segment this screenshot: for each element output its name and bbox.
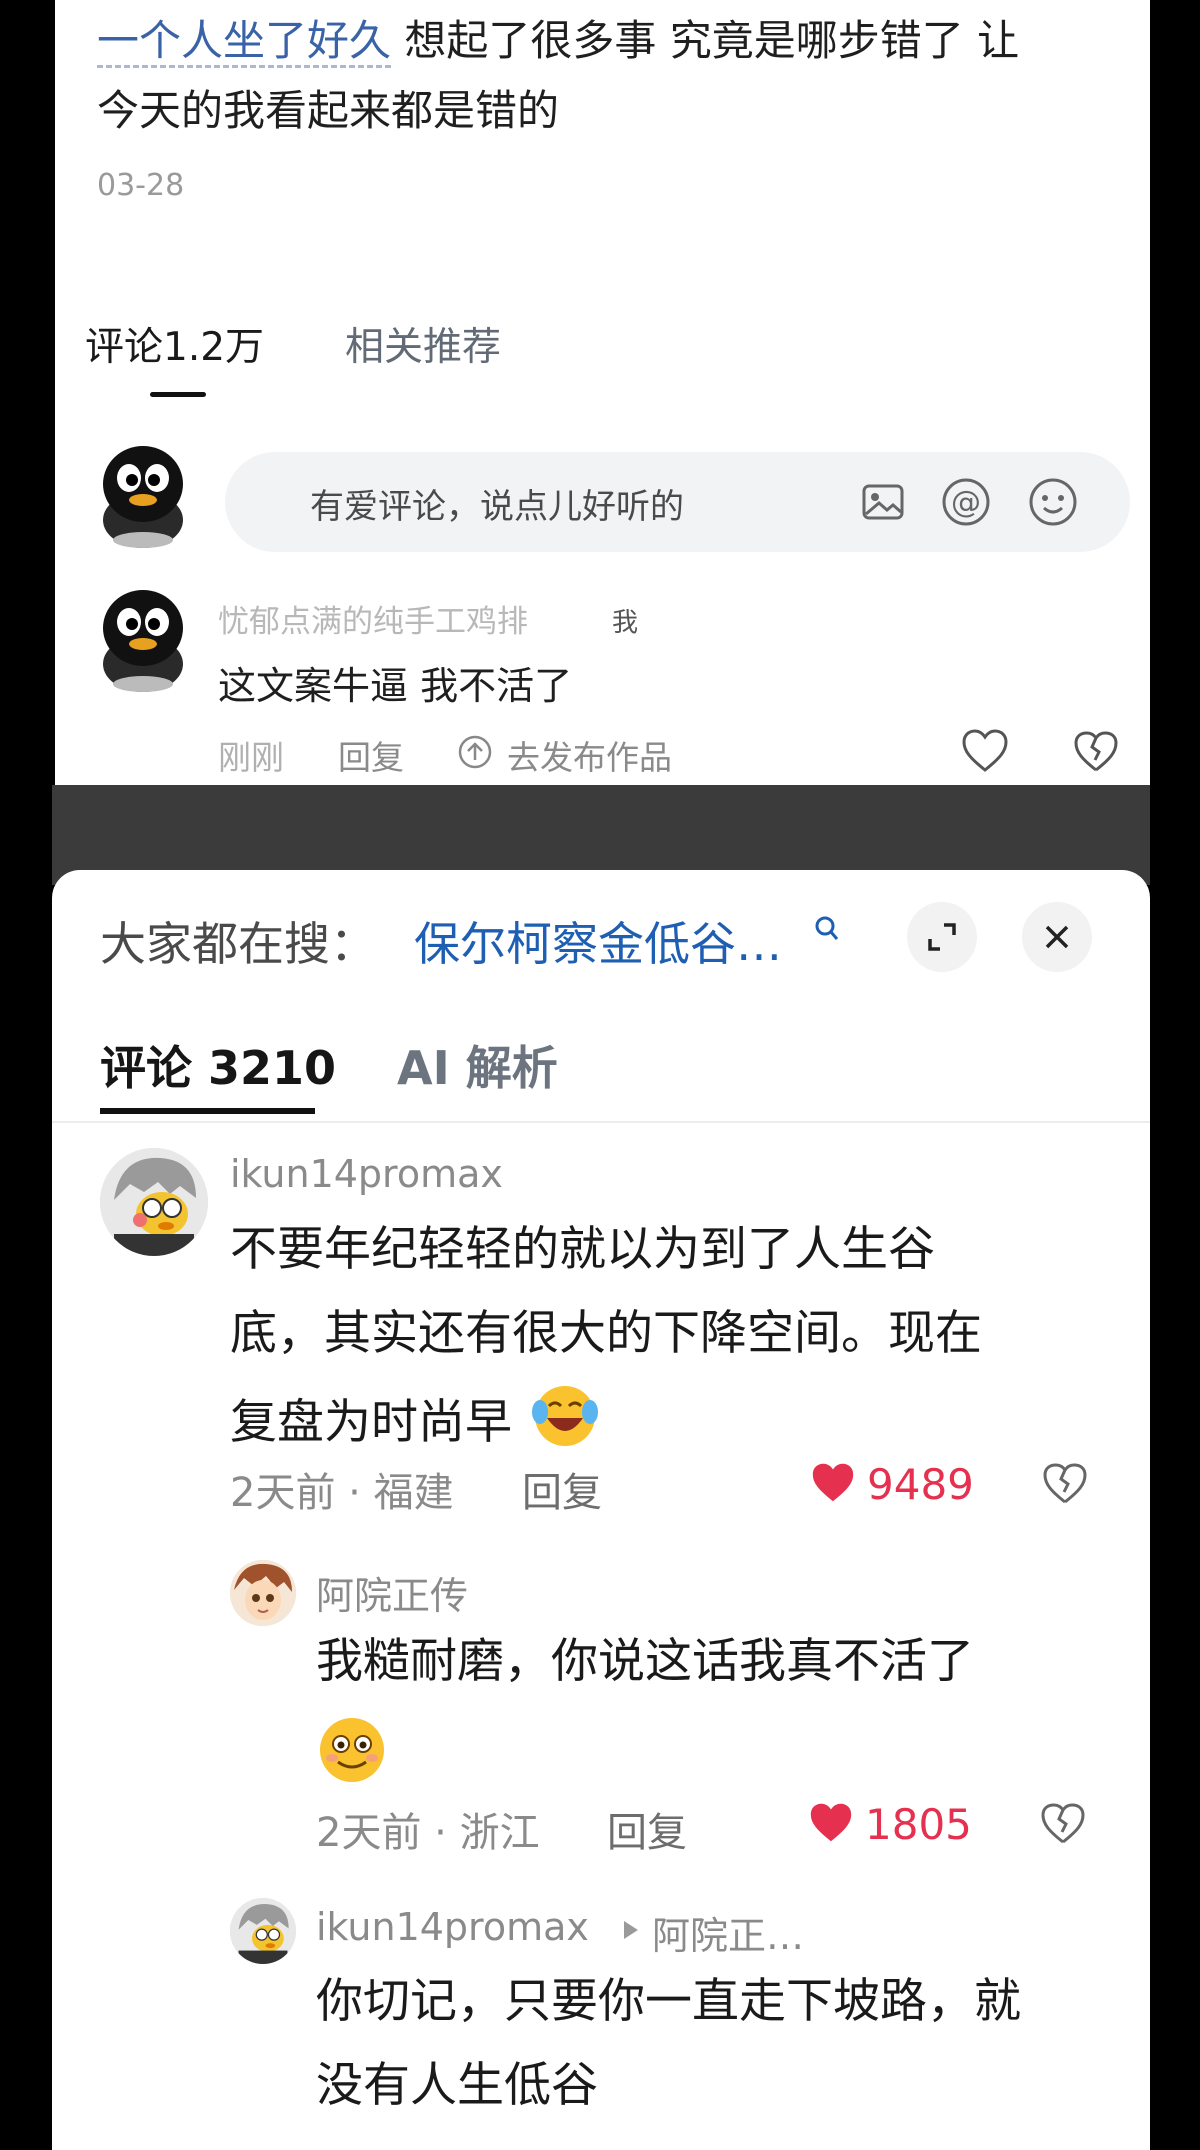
commenter-avatar[interactable] — [95, 586, 191, 696]
comment-meta: 2天前 · 福建 — [230, 1470, 454, 1516]
reply-to-username[interactable]: 阿院正… — [652, 1905, 804, 1960]
comment-text-line2: 底，其实还有很大的下降空间。现在 — [230, 1306, 982, 1361]
search-label: 大家都在搜： — [100, 917, 376, 971]
post-link[interactable]: 一个人坐了好久 — [97, 16, 392, 68]
close-icon — [1045, 925, 1069, 949]
heart-filled-icon[interactable] — [809, 1460, 857, 1506]
reply-username[interactable]: ikun14promax — [316, 1905, 589, 1949]
emoji-icon[interactable] — [1025, 474, 1081, 530]
broken-heart-icon[interactable] — [1042, 1462, 1088, 1506]
search-suggestion[interactable]: 保尔柯察金低谷… — [414, 908, 782, 974]
tab-active-underline — [150, 392, 206, 397]
upload-arrow-icon — [458, 735, 492, 769]
comment-text: 这文案牛逼 我不活了 — [218, 664, 573, 708]
svg-text:@: @ — [951, 485, 981, 520]
search-icon[interactable] — [814, 915, 840, 945]
cartoon-avatar-icon — [100, 1148, 208, 1256]
reply-text-line2: 没有人生低谷 — [316, 2058, 598, 2113]
anime-face-avatar-icon — [230, 1560, 296, 1626]
tab-ai-analysis[interactable]: AI 解析 — [397, 1032, 558, 1098]
reply-text-line1: 你切记，只要你一直走下坡路，就 — [316, 1974, 1021, 2029]
comment-time: 刚刚 — [218, 738, 284, 777]
comment-input-placeholder: 有爱评论，说点儿好听的 — [310, 487, 684, 527]
commenter-avatar[interactable] — [100, 1148, 208, 1256]
cartoon-avatar-icon — [230, 1898, 296, 1964]
laughing-tears-emoji-icon — [531, 1386, 598, 1446]
tab-divider — [52, 1121, 1150, 1123]
comments-sheet: 大家都在搜： 保尔柯察金低谷… 评论 3210 AI 解析 ikun14prom… — [52, 870, 1150, 2150]
reply-button[interactable]: 回复 — [338, 731, 404, 779]
reply-button[interactable]: 回复 — [607, 1800, 687, 1858]
expand-button[interactable] — [907, 902, 977, 972]
reply-meta: 2天前 · 浙江 — [316, 1810, 540, 1856]
publish-button[interactable] — [457, 730, 497, 770]
expand-icon — [928, 923, 956, 951]
tab-related[interactable]: 相关推荐 — [345, 316, 501, 372]
at-mention-icon[interactable]: @ — [938, 474, 994, 530]
close-button[interactable] — [1022, 902, 1092, 972]
reply-avatar[interactable] — [230, 1560, 296, 1626]
publish-label[interactable]: 去发布作品 — [507, 731, 672, 779]
post-date: 03-28 — [97, 168, 185, 203]
reply-text-line1: 我糙耐磨，你说这话我真不活了 — [316, 1634, 974, 1689]
tab-active-underline — [100, 1108, 315, 1114]
comment-username[interactable]: ikun14promax — [230, 1152, 503, 1196]
post-text-line2: 今天的我看起来都是错的 — [97, 86, 560, 135]
comment-input[interactable]: 有爱评论，说点儿好听的 @ — [225, 452, 1130, 552]
reply-username[interactable]: 阿院正传 — [316, 1565, 468, 1620]
comment-text-line3: 复盘为时尚早 — [230, 1376, 603, 1465]
broken-heart-icon[interactable] — [1073, 730, 1119, 774]
reply-button[interactable]: 回复 — [522, 1460, 602, 1518]
comment-username[interactable]: 忧郁点满的纯手工鸡排 — [218, 596, 528, 641]
image-icon[interactable] — [855, 474, 911, 530]
reply-avatar[interactable] — [230, 1898, 296, 1964]
heart-outline-icon[interactable] — [960, 728, 1010, 774]
top-screenshot-panel: 一个人坐了好久 想起了很多事 究竟是哪步错了 让 今天的我看起来都是错的 03-… — [55, 0, 1150, 785]
me-tag: 我 — [612, 608, 639, 638]
tab-comments[interactable]: 评论 3210 — [100, 1032, 336, 1098]
post-text-line1: 一个人坐了好久 想起了很多事 究竟是哪步错了 让 — [97, 6, 1019, 76]
reply-to-arrow-icon — [624, 1921, 638, 1939]
broken-heart-icon[interactable] — [1040, 1802, 1086, 1846]
like-count: 1805 — [865, 1800, 972, 1849]
tab-comments[interactable]: 评论1.2万 — [85, 316, 264, 372]
heart-filled-icon[interactable] — [807, 1800, 855, 1846]
like-count: 9489 — [867, 1460, 974, 1509]
smiling-emoji-icon — [320, 1718, 384, 1782]
my-avatar[interactable] — [95, 442, 191, 552]
comment-text-line1: 不要年纪轻轻的就以为到了人生谷 — [230, 1222, 935, 1277]
